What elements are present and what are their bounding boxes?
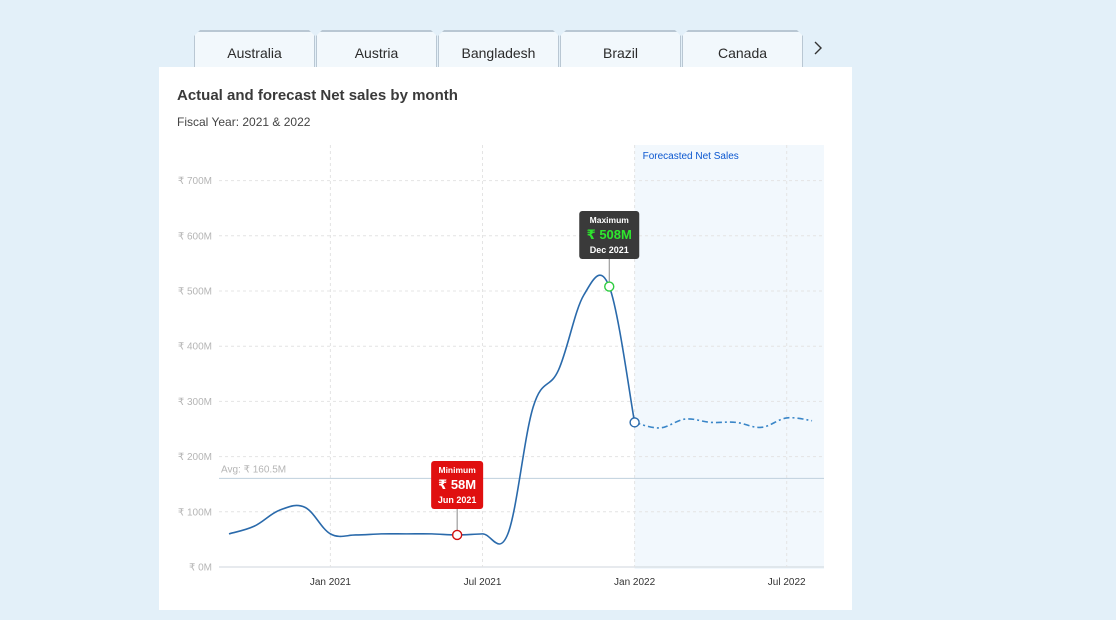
forecast-region	[634, 145, 824, 569]
tab-austria[interactable]: Austria	[316, 30, 437, 67]
annotations: Minimum ₹ 58M Jun 2021 Maximum ₹ 508M Dec 202…	[431, 211, 640, 541]
line-chart: ₹ 0M ₹ 100M ₹ 200M ₹ 300M ₹ 400M ₹ 500M ₹ 600M…	[178, 145, 824, 588]
annotation-date: Jun 2021	[438, 495, 477, 505]
forecast-label: Forecasted Net Sales	[643, 151, 739, 162]
y-tick-label: ₹ 0M	[189, 563, 212, 574]
annotation-date: Dec 2021	[590, 245, 629, 255]
y-tick-label: ₹ 500M	[178, 287, 212, 298]
minimum-point-marker	[451, 529, 463, 541]
x-tick-label: Jul 2021	[464, 577, 502, 588]
y-axis-ticks: ₹ 0M ₹ 100M ₹ 200M ₹ 300M ₹ 400M ₹ 500M ₹ 600M…	[178, 176, 212, 573]
x-tick-label: Jan 2022	[614, 577, 656, 588]
y-tick-label: ₹ 300M	[178, 397, 212, 408]
annotation-heading: Minimum	[438, 465, 476, 475]
y-tick-label: ₹ 400M	[178, 342, 212, 353]
tab-brazil[interactable]: Brazil	[560, 30, 681, 67]
maximum-point-marker	[604, 281, 615, 292]
annotation-heading: Maximum	[590, 215, 630, 225]
y-tick-label: ₹ 700M	[178, 176, 212, 187]
minimum-annotation: Minimum ₹ 58M Jun 2021	[431, 461, 484, 541]
x-tick-label: Jul 2022	[768, 577, 806, 588]
annotation-value: ₹ 58M	[438, 477, 476, 492]
tab-bangladesh[interactable]: Bangladesh	[438, 30, 559, 67]
y-tick-label: ₹ 200M	[178, 452, 212, 463]
y-tick-label: ₹ 600M	[178, 231, 212, 242]
chevron-right-icon[interactable]	[810, 38, 826, 58]
forecast-start-marker	[629, 417, 640, 428]
annotation-value: ₹ 508M	[587, 227, 632, 242]
tab-australia[interactable]: Australia	[194, 30, 315, 67]
average-label: Avg: ₹ 160.5M	[221, 464, 286, 475]
y-tick-label: ₹ 100M	[178, 507, 212, 518]
country-tabs: Australia Austria Bangladesh Brazil Cana…	[194, 30, 803, 67]
tab-canada[interactable]: Canada	[682, 30, 803, 67]
x-axis-ticks: Jan 2021 Jul 2021 Jan 2022 Jul 2022	[310, 577, 806, 588]
chart-card: Actual and forecast Net sales by month F…	[159, 67, 852, 610]
x-tick-label: Jan 2021	[310, 577, 352, 588]
maximum-annotation: Maximum ₹ 508M Dec 2021	[579, 211, 640, 292]
